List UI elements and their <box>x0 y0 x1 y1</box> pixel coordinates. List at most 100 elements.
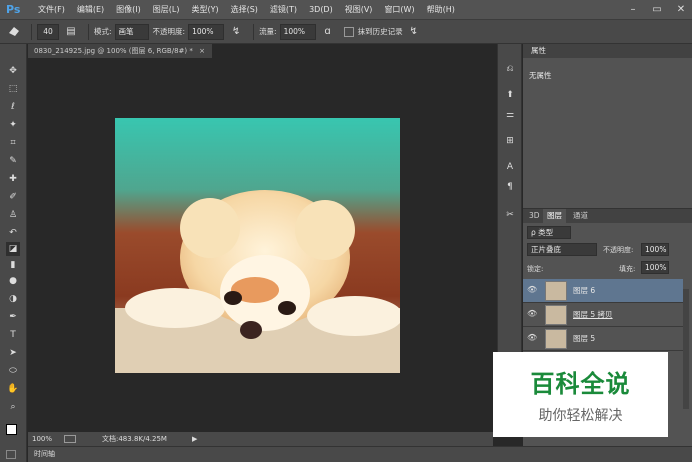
timeline-tab[interactable]: 时间轴 <box>34 447 55 462</box>
eyedropper-tool-icon[interactable]: ✎ <box>6 154 20 168</box>
eraser-tool-icon[interactable]: ◪ <box>6 242 20 256</box>
watermark-subtitle: 助你轻松解决 <box>538 408 623 424</box>
status-menu-arrow-icon[interactable]: ▶ <box>192 432 197 446</box>
pressure-opacity-icon[interactable]: ↯ <box>228 24 244 40</box>
visibility-eye-icon[interactable]: 👁 <box>527 285 537 295</box>
menu-image[interactable]: 图像(I) <box>110 0 147 20</box>
layer-name[interactable]: 图层 5 拷贝 <box>573 303 613 327</box>
properties-content: 无属性 <box>529 71 552 80</box>
mode-label: 模式: <box>94 27 112 36</box>
foreground-color-swatch[interactable] <box>6 424 17 435</box>
history-label: 抹到历史记录 <box>357 27 403 36</box>
photoshop-logo: Ps <box>6 2 21 16</box>
layer-opacity-field[interactable]: 100% <box>641 243 669 256</box>
brush-panel-icon[interactable]: ▤ <box>63 24 79 40</box>
menu-edit[interactable]: 编辑(E) <box>71 0 110 20</box>
character-panel-icon[interactable]: A <box>503 160 517 174</box>
restore-button[interactable]: ▭ <box>646 0 668 20</box>
clone-source-panel-icon[interactable]: ⊞ <box>503 134 517 148</box>
layer-thumbnail <box>545 281 567 301</box>
quick-select-tool-icon[interactable]: ✦ <box>6 118 20 132</box>
lasso-tool-icon[interactable]: ℓ <box>6 100 20 114</box>
menu-view[interactable]: 视图(V) <box>339 0 379 20</box>
toolbox: ✥ ⬚ ℓ ✦ ⌗ ✎ ✚ ✐ ♙ ↶ ◪ ▮ ● ◑ ✒ T ➤ ⬭ ✋ ⌕ <box>0 44 27 462</box>
layer-thumbnail <box>545 329 567 349</box>
healing-brush-tool-icon[interactable]: ✚ <box>6 172 20 186</box>
gradient-tool-icon[interactable]: ▮ <box>6 258 20 272</box>
layer-name[interactable]: 图层 5 <box>573 327 595 351</box>
history-checkbox[interactable] <box>343 26 354 37</box>
document-title: 0830_214925.jpg @ 100% (图层 6, RGB/8#) * <box>34 47 193 55</box>
visibility-eye-icon[interactable]: 👁 <box>527 333 537 343</box>
brush-size-picker[interactable]: 40 <box>37 23 59 40</box>
marquee-tool-icon[interactable]: ⬚ <box>6 82 20 96</box>
document-tab[interactable]: 0830_214925.jpg @ 100% (图层 6, RGB/8#) * … <box>28 44 212 58</box>
layer-row-selected[interactable]: 👁 图层 6 <box>523 279 683 303</box>
airbrush-icon[interactable]: ɑ <box>320 24 336 40</box>
menu-type[interactable]: 类型(Y) <box>185 0 224 20</box>
fill-label: 填充: <box>619 265 636 273</box>
pressure-size-icon[interactable]: ↯ <box>406 24 422 40</box>
timeline-bar: 时间轴 <box>6 446 692 462</box>
move-tool-icon[interactable]: ✥ <box>6 64 20 78</box>
status-info-icon[interactable] <box>64 435 76 443</box>
menu-bar: Ps 文件(F) 编辑(E) 图像(I) 图层(L) 类型(Y) 选择(S) 滤… <box>0 0 692 20</box>
timeline-toggle-icon[interactable] <box>6 450 16 459</box>
flow-field[interactable]: 100% <box>279 23 316 40</box>
close-document-icon[interactable]: × <box>199 47 205 55</box>
separator <box>31 23 32 40</box>
layer-row[interactable]: 👁 图层 5 <box>523 327 683 351</box>
dodge-tool-icon[interactable]: ◑ <box>6 292 20 306</box>
layer-name[interactable]: 图层 6 <box>573 279 595 303</box>
opacity-field[interactable]: 100% <box>188 23 225 40</box>
layer-opacity-label: 不透明度: <box>603 246 634 254</box>
adjustments-panel-icon[interactable]: ⚌ <box>503 108 517 122</box>
menu-window[interactable]: 窗口(W) <box>378 0 420 20</box>
zoom-tool-icon[interactable]: ⌕ <box>6 400 20 414</box>
properties-tab[interactable]: 属性 <box>527 44 550 58</box>
eraser-tool-preset-icon[interactable] <box>6 24 22 40</box>
flow-label: 流量: <box>259 27 277 36</box>
blur-tool-icon[interactable]: ● <box>6 274 20 288</box>
zoom-level[interactable]: 100% <box>32 432 52 446</box>
document-size: 文档:483.8K/4.25M <box>102 435 167 443</box>
menu-help[interactable]: 帮助(H) <box>421 0 461 20</box>
menu-file[interactable]: 文件(F) <box>32 0 71 20</box>
options-bar: 40 ▤ 模式: 画笔 不透明度: 100% ↯ 流量: 100% ɑ 抹到历史… <box>0 20 692 44</box>
shape-tool-icon[interactable]: ⬭ <box>6 364 20 378</box>
watermark-logo: 百科全说 助你轻松解决 <box>493 352 668 437</box>
layers-scrollbar[interactable] <box>683 289 689 409</box>
fill-field[interactable]: 100% <box>641 261 669 274</box>
document-canvas-image[interactable] <box>115 118 400 373</box>
hand-tool-icon[interactable]: ✋ <box>6 382 20 396</box>
crop-tool-icon[interactable]: ⌗ <box>6 136 20 150</box>
minimize-button[interactable]: – <box>622 0 644 20</box>
path-select-tool-icon[interactable]: ➤ <box>6 346 20 360</box>
history-brush-tool-icon[interactable]: ↶ <box>6 226 20 240</box>
visibility-eye-icon[interactable]: 👁 <box>527 309 537 319</box>
history-panel-icon[interactable]: ⎌ <box>503 62 517 76</box>
opacity-label: 不透明度: <box>152 27 186 36</box>
tab-channels[interactable]: 通道 <box>569 209 592 223</box>
close-button[interactable]: ✕ <box>670 0 692 20</box>
menu-layer[interactable]: 图层(L) <box>147 0 186 20</box>
layer-thumbnail <box>545 305 567 325</box>
type-tool-icon[interactable]: T <box>6 328 20 342</box>
paragraph-panel-icon[interactable]: ¶ <box>503 180 517 194</box>
actions-panel-icon[interactable]: ⬆ <box>503 88 517 102</box>
mode-select[interactable]: 画笔 <box>114 23 149 40</box>
menu-select[interactable]: 选择(S) <box>225 0 264 20</box>
status-bar: 100% 文档:483.8K/4.25M ▶ <box>28 432 493 446</box>
lock-label: 锁定: <box>527 265 544 273</box>
menu-3d[interactable]: 3D(D) <box>303 0 339 20</box>
tab-3d[interactable]: 3D <box>525 209 544 223</box>
layer-filter-select[interactable]: ρ 类型 <box>527 226 571 239</box>
blend-mode-select[interactable]: 正片叠底 <box>527 243 597 256</box>
layer-row[interactable]: 👁 图层 5 拷贝 <box>523 303 683 327</box>
brush-tool-icon[interactable]: ✐ <box>6 190 20 204</box>
clone-stamp-tool-icon[interactable]: ♙ <box>6 208 20 222</box>
tool-presets-panel-icon[interactable]: ✂ <box>503 208 517 222</box>
menu-filter[interactable]: 滤镜(T) <box>264 0 303 20</box>
pen-tool-icon[interactable]: ✒ <box>6 310 20 324</box>
tab-layers[interactable]: 图层 <box>543 209 566 223</box>
